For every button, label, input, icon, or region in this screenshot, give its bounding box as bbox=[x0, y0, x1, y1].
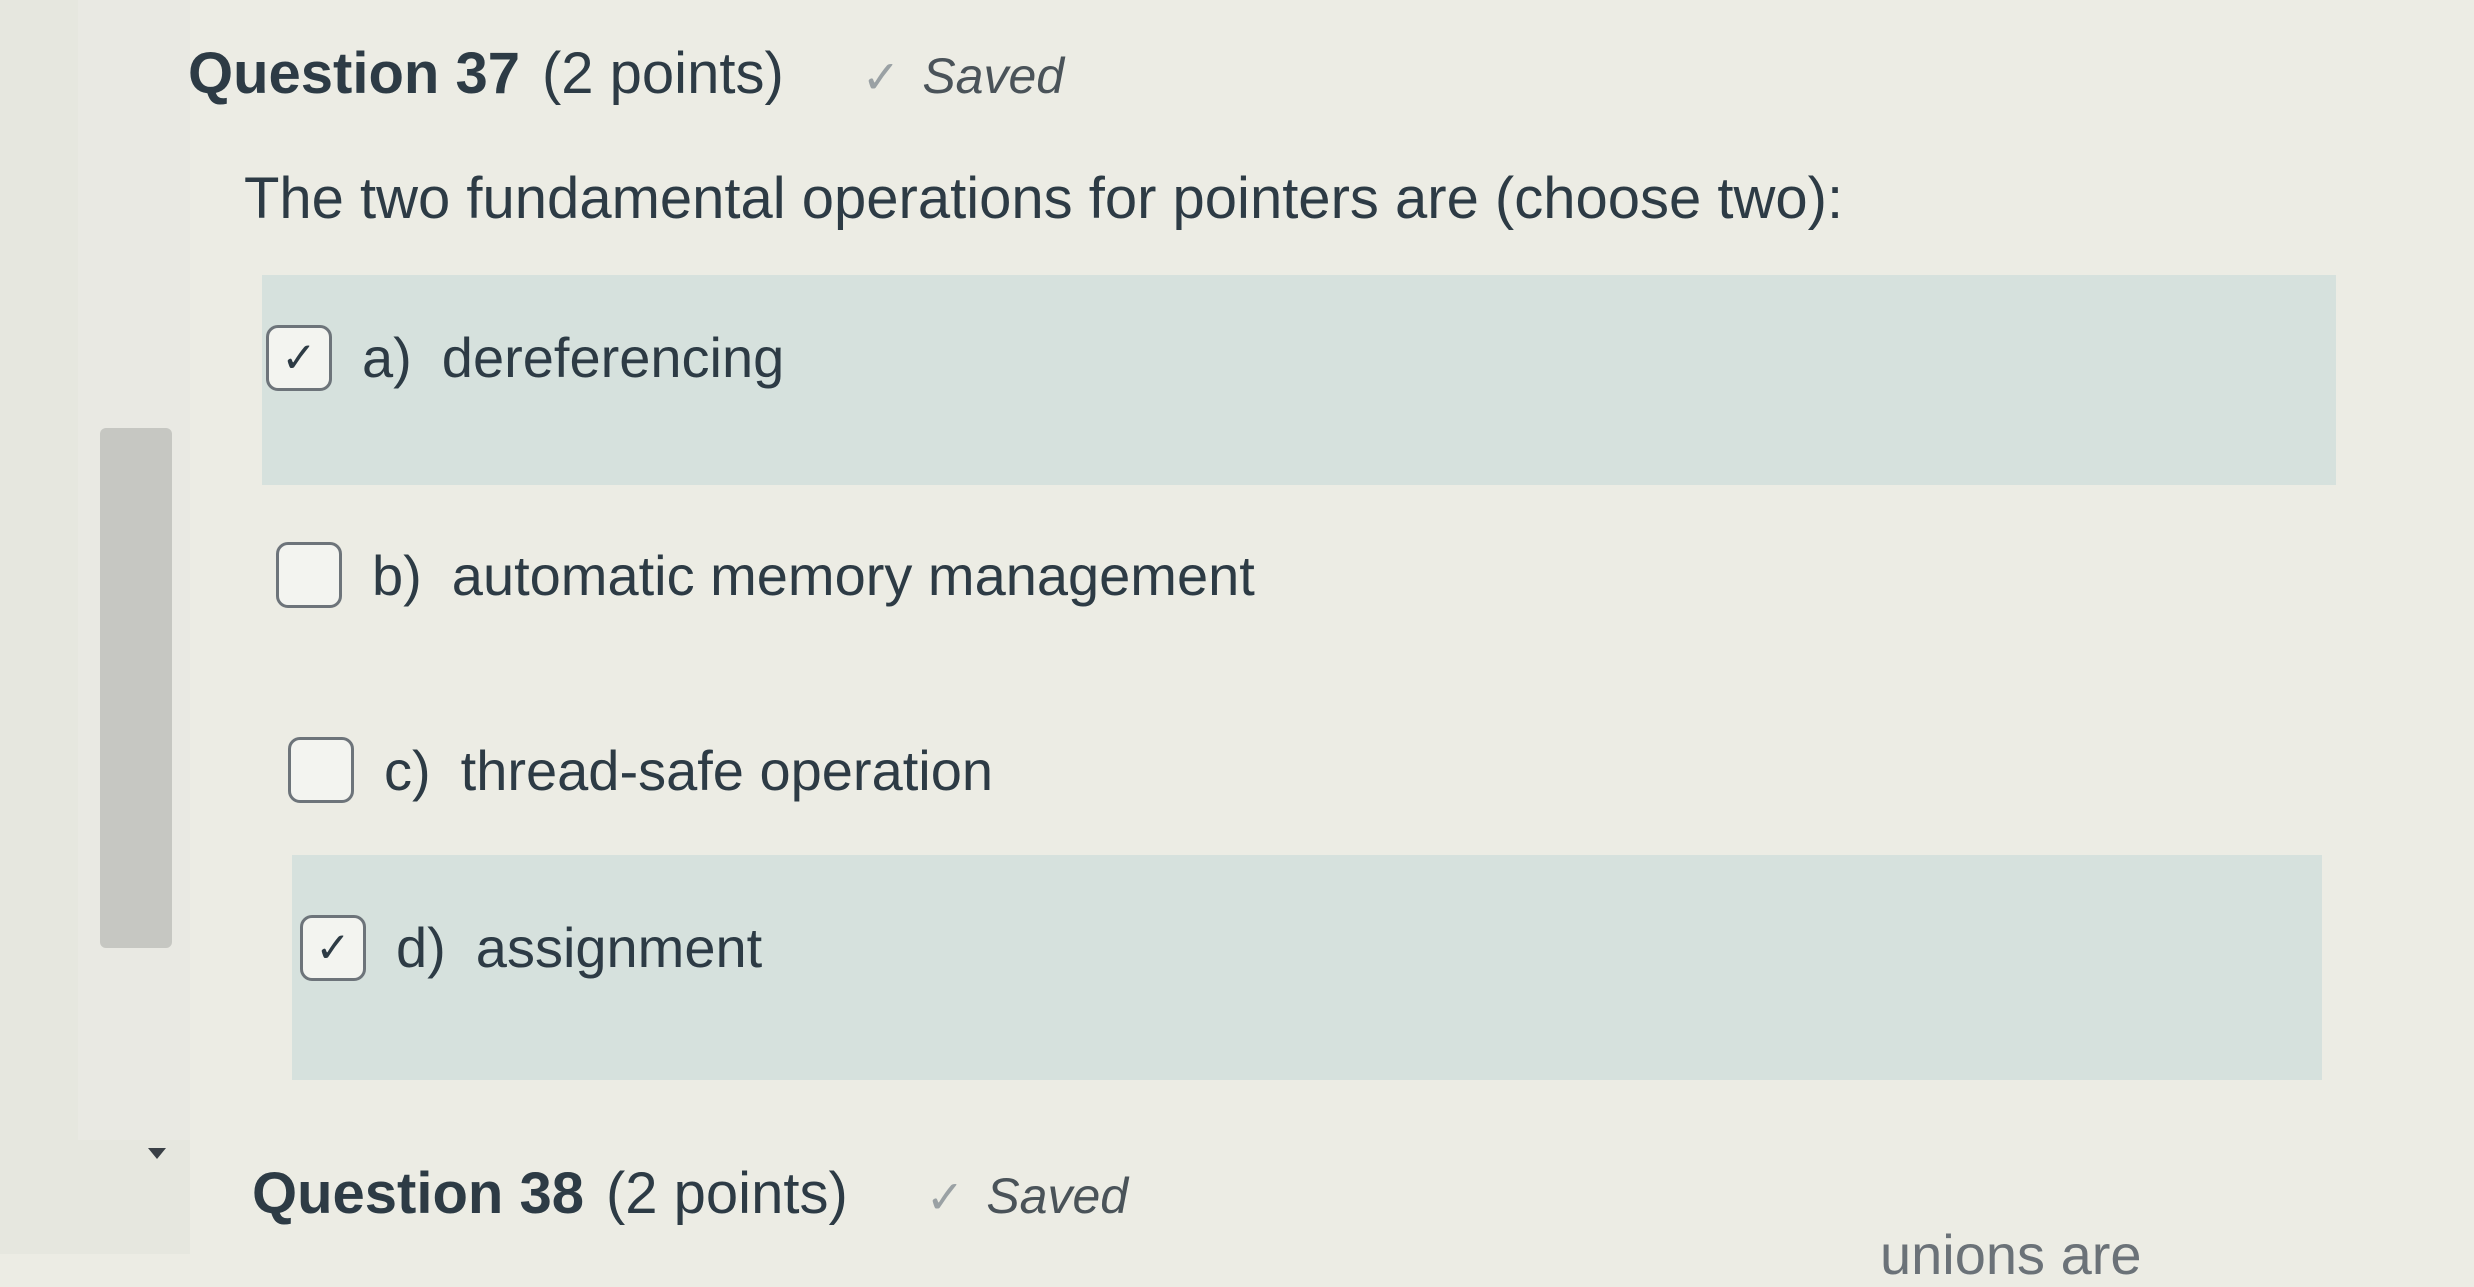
option-letter: c) bbox=[384, 738, 431, 802]
saved-status: Saved bbox=[986, 1168, 1129, 1224]
saved-status: Saved bbox=[922, 48, 1065, 104]
checkmark-icon: ✓ bbox=[925, 1171, 965, 1223]
question-38-prompt-partial: unions are bbox=[1880, 1223, 2142, 1286]
scrollbar-thumb[interactable] bbox=[100, 428, 172, 948]
option-text: assignment bbox=[475, 916, 763, 979]
option-letter: b) bbox=[372, 543, 422, 607]
question-37-header: Question 37 (2 points) ✓ Saved bbox=[188, 40, 1064, 107]
option-letter: a) bbox=[362, 326, 412, 389]
checkmark-icon: ✓ bbox=[281, 334, 317, 381]
caret-down-icon[interactable] bbox=[148, 1148, 166, 1159]
checkbox-d[interactable]: ✓ bbox=[300, 915, 366, 981]
answer-option-c[interactable]: c) thread-safe operation bbox=[288, 725, 1488, 815]
option-text: dereferencing bbox=[441, 326, 785, 389]
checkbox-a[interactable]: ✓ bbox=[266, 325, 332, 391]
option-letter: d) bbox=[396, 916, 446, 979]
answer-option-a[interactable]: ✓ a) dereferencing bbox=[262, 275, 2336, 485]
checkmark-icon: ✓ bbox=[861, 51, 901, 103]
checkmark-icon: ✓ bbox=[315, 924, 351, 971]
question-points: (2 points) bbox=[541, 41, 784, 106]
option-text: thread-safe operation bbox=[460, 738, 994, 802]
checkbox-c[interactable] bbox=[288, 737, 354, 803]
question-prompt: The two fundamental operations for point… bbox=[244, 166, 1844, 231]
question-points: (2 points) bbox=[605, 1161, 848, 1226]
question-38-header: Question 38 (2 points) ✓ Saved bbox=[252, 1160, 1128, 1227]
answer-option-d[interactable]: ✓ d) assignment bbox=[292, 855, 2322, 1080]
question-title: Question 38 bbox=[252, 1161, 584, 1226]
question-title: Question 37 bbox=[188, 41, 520, 106]
option-text: automatic memory management bbox=[451, 543, 1255, 607]
checkbox-b[interactable] bbox=[276, 542, 342, 608]
answer-option-b[interactable]: b) automatic memory management bbox=[276, 530, 1676, 620]
